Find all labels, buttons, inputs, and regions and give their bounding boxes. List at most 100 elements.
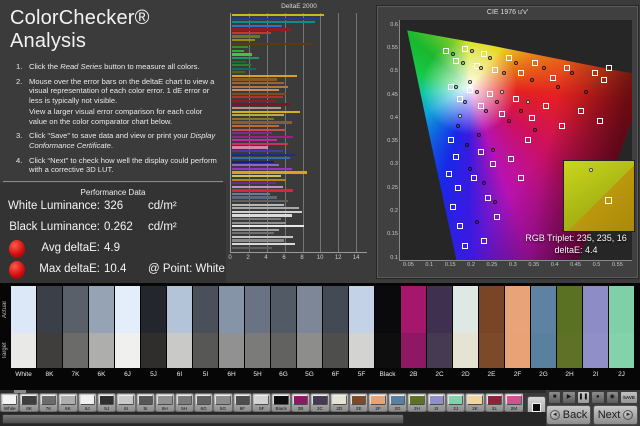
deltae-bar[interactable] xyxy=(232,21,316,24)
deltae-bar[interactable] xyxy=(232,67,256,70)
comparator-patch-5F[interactable]: 5F xyxy=(349,286,374,381)
comparator-patch-6H[interactable]: 6H xyxy=(219,286,244,381)
patch-button-2M[interactable]: 2M xyxy=(504,393,523,412)
patch-button-2F[interactable]: 2F xyxy=(368,393,388,412)
comparator-patch-2G[interactable]: 2G xyxy=(531,286,556,381)
deltae-bar[interactable] xyxy=(232,132,272,135)
play-button[interactable]: ▶ xyxy=(562,391,576,404)
back-button[interactable]: ◄ Back xyxy=(546,405,591,425)
deltae-bar[interactable] xyxy=(232,46,248,49)
deltae-bar[interactable] xyxy=(232,164,280,167)
deltae-bar[interactable] xyxy=(232,49,244,52)
patch-button-6K[interactable]: 6K xyxy=(58,393,78,412)
eject-button[interactable]: ◉ xyxy=(605,391,619,404)
deltae-bar[interactable] xyxy=(232,117,274,120)
deltae-bar[interactable] xyxy=(232,56,259,60)
deltae-bar[interactable] xyxy=(232,235,294,239)
deltae-bar[interactable] xyxy=(232,182,276,185)
deltae-bar[interactable] xyxy=(232,64,251,67)
deltae-bar[interactable] xyxy=(232,39,256,42)
patch-button-6F[interactable]: 6F xyxy=(232,393,253,412)
comparator-patch-5J[interactable]: 5J xyxy=(141,286,166,381)
deltae-bar[interactable] xyxy=(232,142,288,145)
deltae-bar[interactable] xyxy=(232,114,285,117)
deltae-bar[interactable] xyxy=(232,157,290,160)
deltae-bar[interactable] xyxy=(232,200,288,203)
deltae-bar[interactable] xyxy=(232,121,292,124)
deltae-bar[interactable] xyxy=(232,78,278,81)
patch-button-2K[interactable]: 2K xyxy=(465,393,485,412)
comparator-patch-5I[interactable]: 5I xyxy=(193,286,218,381)
deltae-bar[interactable] xyxy=(232,178,287,181)
deltae-bar[interactable] xyxy=(232,128,287,131)
deltae-bar[interactable] xyxy=(232,99,276,103)
deltae-bar[interactable] xyxy=(232,228,280,231)
deltae-bar[interactable] xyxy=(232,24,282,27)
deltae-bar[interactable] xyxy=(232,214,292,217)
comparator-patch-2I[interactable]: 2I xyxy=(583,286,608,381)
deltae-bar[interactable] xyxy=(232,110,301,113)
comparator-patch-2B[interactable]: 2B xyxy=(401,286,426,381)
comparator-patch-White[interactable]: White xyxy=(11,286,36,381)
save-button[interactable]: SAVE xyxy=(619,391,638,404)
deltae-bar[interactable] xyxy=(232,189,294,192)
comparator-patch-2D[interactable]: 2D xyxy=(453,286,478,381)
deltae-bar[interactable] xyxy=(232,28,291,31)
deltae-bar[interactable] xyxy=(232,81,285,85)
patch-button-6G[interactable]: 6G xyxy=(193,393,214,412)
patch-button-7K[interactable]: 7K xyxy=(38,393,59,412)
deltae-bar[interactable] xyxy=(232,107,281,110)
deltae-bar[interactable] xyxy=(232,31,272,35)
comparator-patch-2C[interactable]: 2C xyxy=(427,286,452,381)
comparator-patch-5H[interactable]: 5H xyxy=(245,286,270,381)
deltae-bar[interactable] xyxy=(232,103,290,106)
deltae-bar[interactable] xyxy=(232,153,296,156)
deltae-bar[interactable] xyxy=(232,167,292,171)
patch-button-2C[interactable]: 2C xyxy=(310,393,330,412)
comparator-patch-2J[interactable]: 2J xyxy=(609,286,634,381)
deltae-bar[interactable] xyxy=(232,17,320,20)
comparator-patch-6I[interactable]: 6I xyxy=(167,286,192,381)
comparator-patch-2E[interactable]: 2E xyxy=(479,286,504,381)
pause-button[interactable]: ❚❚ xyxy=(576,391,591,404)
deltae-bar[interactable] xyxy=(232,149,283,153)
patch-button-5H[interactable]: 5H xyxy=(174,393,194,412)
deltae-bar[interactable] xyxy=(232,160,274,163)
comparator-patch-6F[interactable]: 6F xyxy=(323,286,348,381)
deltae-bar[interactable] xyxy=(232,185,283,188)
deltae-bar[interactable] xyxy=(232,246,272,249)
deltae-bar[interactable] xyxy=(232,60,247,63)
deltae-bar[interactable] xyxy=(232,146,269,149)
deltae-bar[interactable] xyxy=(232,243,296,246)
deltae-bar[interactable] xyxy=(232,171,308,174)
deltae-bar[interactable] xyxy=(232,221,287,224)
deltae-bar[interactable] xyxy=(232,135,294,138)
deltae-bar[interactable] xyxy=(232,89,280,92)
deltae-bar[interactable] xyxy=(232,74,297,78)
comparator-patch-2F[interactable]: 2F xyxy=(505,286,530,381)
deltae-bar[interactable] xyxy=(232,175,281,178)
deltae-bar[interactable] xyxy=(232,139,278,142)
deltae-bar[interactable] xyxy=(232,196,278,199)
next-button[interactable]: Next ► xyxy=(593,405,638,425)
deltae-bar[interactable] xyxy=(232,217,281,221)
deltae-bar[interactable] xyxy=(232,14,325,17)
patch-button-2E[interactable]: 2E xyxy=(349,393,369,412)
deltae-bar[interactable] xyxy=(232,53,253,56)
patch-button-2B[interactable]: 2B xyxy=(290,393,311,412)
stop-button[interactable]: ■ xyxy=(548,391,562,404)
deltae-bar[interactable] xyxy=(232,203,285,206)
deltae-bar[interactable] xyxy=(232,85,288,88)
comparator-patch-6K[interactable]: 6K xyxy=(89,286,114,381)
patch-button-2I[interactable]: 2I xyxy=(426,393,446,412)
patch-button-6H[interactable]: 6H xyxy=(155,393,175,412)
deltae-bar[interactable] xyxy=(232,71,246,74)
patch-button-2J[interactable]: 2J xyxy=(445,393,466,412)
patch-button-6I[interactable]: 6I xyxy=(116,393,136,412)
deltae-bar[interactable] xyxy=(232,239,285,242)
deltae-bar[interactable] xyxy=(232,42,313,45)
deltae-bar[interactable] xyxy=(232,210,303,213)
comparator-patch-6J[interactable]: 6J xyxy=(115,286,140,381)
comparator-patch-2H[interactable]: 2H xyxy=(557,286,582,381)
comparator-patch-Black[interactable]: Black xyxy=(375,286,400,381)
